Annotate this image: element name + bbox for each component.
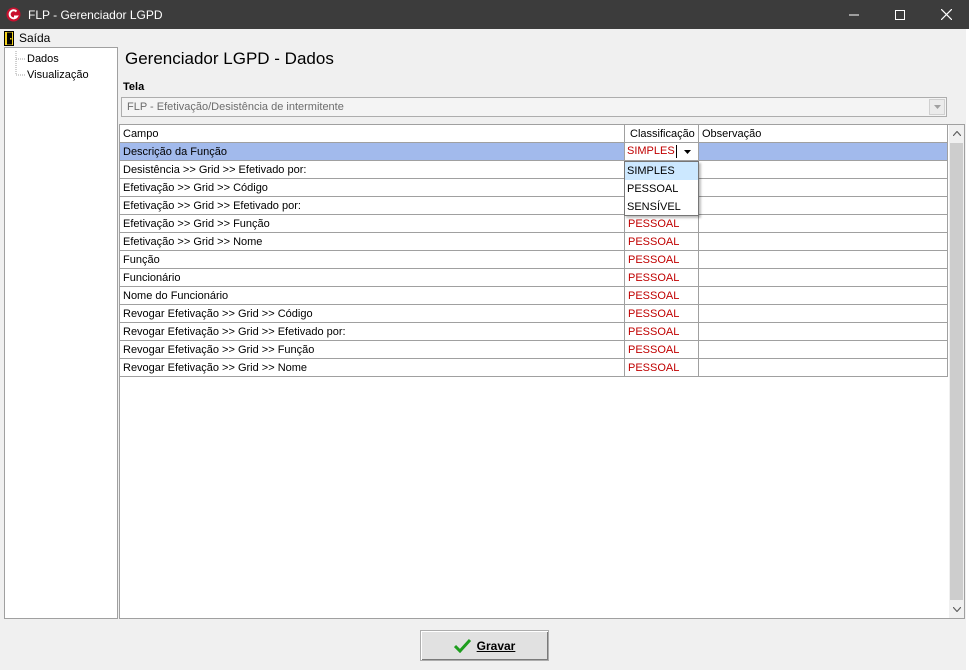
table-row[interactable]: Revogar Efetivação >> Grid >> Nome PESSOA… (120, 359, 948, 377)
table-row[interactable]: Desistência >> Grid >> Efetivado por: (120, 161, 948, 179)
cell-campo[interactable]: Efetivação >> Grid >> Nome (120, 233, 625, 251)
tela-select-dropdown-button[interactable] (929, 99, 945, 115)
chevron-up-icon (952, 131, 961, 136)
cell-classificacao[interactable]: PESSOAL (625, 233, 699, 251)
column-header-classificacao[interactable]: Classificação (625, 125, 699, 143)
cell-observacao[interactable] (699, 269, 948, 287)
cell-observacao[interactable] (699, 143, 948, 161)
chevron-down-icon (952, 607, 961, 612)
cell-classificacao[interactable]: PESSOAL (625, 287, 699, 305)
classification-dropdown-list[interactable]: SIMPLES PESSOAL SENSÍVEL (624, 161, 699, 216)
cell-observacao[interactable] (699, 161, 948, 179)
chevron-down-icon (933, 105, 941, 109)
maximize-icon (895, 9, 905, 20)
grid-vertical-scrollbar[interactable] (949, 125, 964, 618)
cell-campo[interactable]: Revogar Efetivação >> Grid >> Nome (120, 359, 625, 377)
classification-editor-box[interactable]: SIMPLES (625, 143, 697, 160)
cell-classificacao[interactable]: PESSOAL (625, 359, 699, 377)
chevron-down-icon (683, 149, 691, 154)
cell-observacao[interactable] (699, 287, 948, 305)
cell-campo[interactable]: Funcionário (120, 269, 625, 287)
cell-campo[interactable]: Nome do Funcionário (120, 287, 625, 305)
classification-editor[interactable]: SIMPLES (625, 143, 699, 161)
cell-classificacao[interactable]: PESSOAL (625, 323, 699, 341)
save-button-label: Gravar (476, 638, 516, 653)
tree-item-visualizacao[interactable]: Visualização (5, 67, 117, 83)
maximize-button[interactable] (877, 0, 923, 29)
table-row[interactable]: Funcionário PESSOAL (120, 269, 948, 287)
column-header-campo[interactable]: Campo (120, 125, 625, 143)
data-grid[interactable]: Campo Classificação Observação Descrição… (119, 124, 965, 619)
dropdown-option-simples[interactable]: SIMPLES (625, 162, 698, 180)
title-bar: FLP - Gerenciador LGPD (0, 0, 969, 29)
tela-label: Tela (123, 81, 145, 93)
scroll-up-button[interactable] (949, 125, 964, 142)
classification-editor-value: SIMPLES (627, 145, 675, 157)
tree-line-icon (15, 67, 25, 76)
table-row[interactable]: Efetivação >> Grid >> Código (120, 179, 948, 197)
table-row[interactable]: Revogar Efetivação >> Grid >> Função PESS… (120, 341, 948, 359)
tela-select[interactable]: FLP - Efetivação/Desistência de intermit… (121, 97, 947, 117)
minimize-icon (849, 14, 859, 15)
close-icon (940, 9, 952, 20)
cell-classificacao[interactable]: PESSOAL (625, 269, 699, 287)
checkmark-icon (453, 638, 471, 653)
column-header-observacao[interactable]: Observação (699, 125, 948, 143)
tree-item-label: Visualização (27, 69, 89, 81)
cell-campo[interactable]: Desistência >> Grid >> Efetivado por: (120, 161, 625, 179)
cell-campo[interactable]: Descrição da Função (120, 143, 625, 161)
table-row[interactable]: Revogar Efetivação >> Grid >> Efetivado … (120, 323, 948, 341)
tree-line-icon (15, 51, 25, 67)
cell-classificacao[interactable]: PESSOAL (625, 251, 699, 269)
exit-door-icon (4, 30, 14, 46)
cell-observacao[interactable] (699, 197, 948, 215)
menu-exit[interactable]: Saída (4, 30, 50, 46)
cell-observacao[interactable] (699, 341, 948, 359)
cell-classificacao[interactable]: PESSOAL (625, 341, 699, 359)
table-row[interactable]: Efetivação >> Grid >> Função PESSOAL (120, 215, 948, 233)
close-button[interactable] (923, 0, 969, 29)
cell-campo[interactable]: Efetivação >> Grid >> Efetivado por: (120, 197, 625, 215)
cell-campo[interactable]: Revogar Efetivação >> Grid >> Código (120, 305, 625, 323)
cell-observacao[interactable] (699, 323, 948, 341)
menu-exit-label: Saída (19, 31, 51, 45)
dropdown-option-pessoal[interactable]: PESSOAL (625, 180, 698, 198)
tree-item-label: Dados (27, 53, 59, 65)
page-title: Gerenciador LGPD - Dados (125, 49, 334, 68)
cell-observacao[interactable] (699, 233, 948, 251)
cell-observacao[interactable] (699, 305, 948, 323)
tree-item-dados[interactable]: Dados (5, 51, 117, 67)
cell-campo[interactable]: Efetivação >> Grid >> Função (120, 215, 625, 233)
table-row[interactable]: Descrição da Função SIMPLES (120, 143, 948, 161)
cell-classificacao[interactable]: PESSOAL (625, 305, 699, 323)
cell-classificacao[interactable]: PESSOAL (625, 215, 699, 233)
minimize-button[interactable] (831, 0, 877, 29)
window-title: FLP - Gerenciador LGPD (28, 8, 163, 22)
table-row[interactable]: Revogar Efetivação >> Grid >> Código PESS… (120, 305, 948, 323)
table-row[interactable]: Nome do Funcionário PESSOAL (120, 287, 948, 305)
cell-campo[interactable]: Função (120, 251, 625, 269)
navigation-tree[interactable]: Dados Visualização (4, 47, 118, 619)
save-button[interactable]: Gravar (420, 630, 549, 661)
grid-body: Campo Classificação Observação Descrição… (120, 125, 948, 618)
table-row[interactable]: Efetivação >> Grid >> Nome PESSOAL (120, 233, 948, 251)
cell-campo[interactable]: Efetivação >> Grid >> Código (120, 179, 625, 197)
text-caret (676, 145, 677, 158)
classification-dropdown-button[interactable] (679, 144, 695, 159)
cell-observacao[interactable] (699, 179, 948, 197)
cell-observacao[interactable] (699, 251, 948, 269)
cell-observacao[interactable] (699, 215, 948, 233)
table-row[interactable]: Função PESSOAL (120, 251, 948, 269)
scroll-down-button[interactable] (949, 601, 964, 618)
cell-campo[interactable]: Revogar Efetivação >> Grid >> Função (120, 341, 625, 359)
scroll-thumb[interactable] (950, 143, 963, 600)
flp-logo-icon (6, 7, 21, 22)
table-row[interactable]: Efetivação >> Grid >> Efetivado por: (120, 197, 948, 215)
tela-select-value: FLP - Efetivação/Desistência de intermit… (127, 101, 344, 113)
dropdown-option-sensivel[interactable]: SENSÍVEL (625, 198, 698, 216)
cell-campo[interactable]: Revogar Efetivação >> Grid >> Efetivado … (120, 323, 625, 341)
menu-bar: Saída (0, 29, 969, 47)
cell-observacao[interactable] (699, 359, 948, 377)
